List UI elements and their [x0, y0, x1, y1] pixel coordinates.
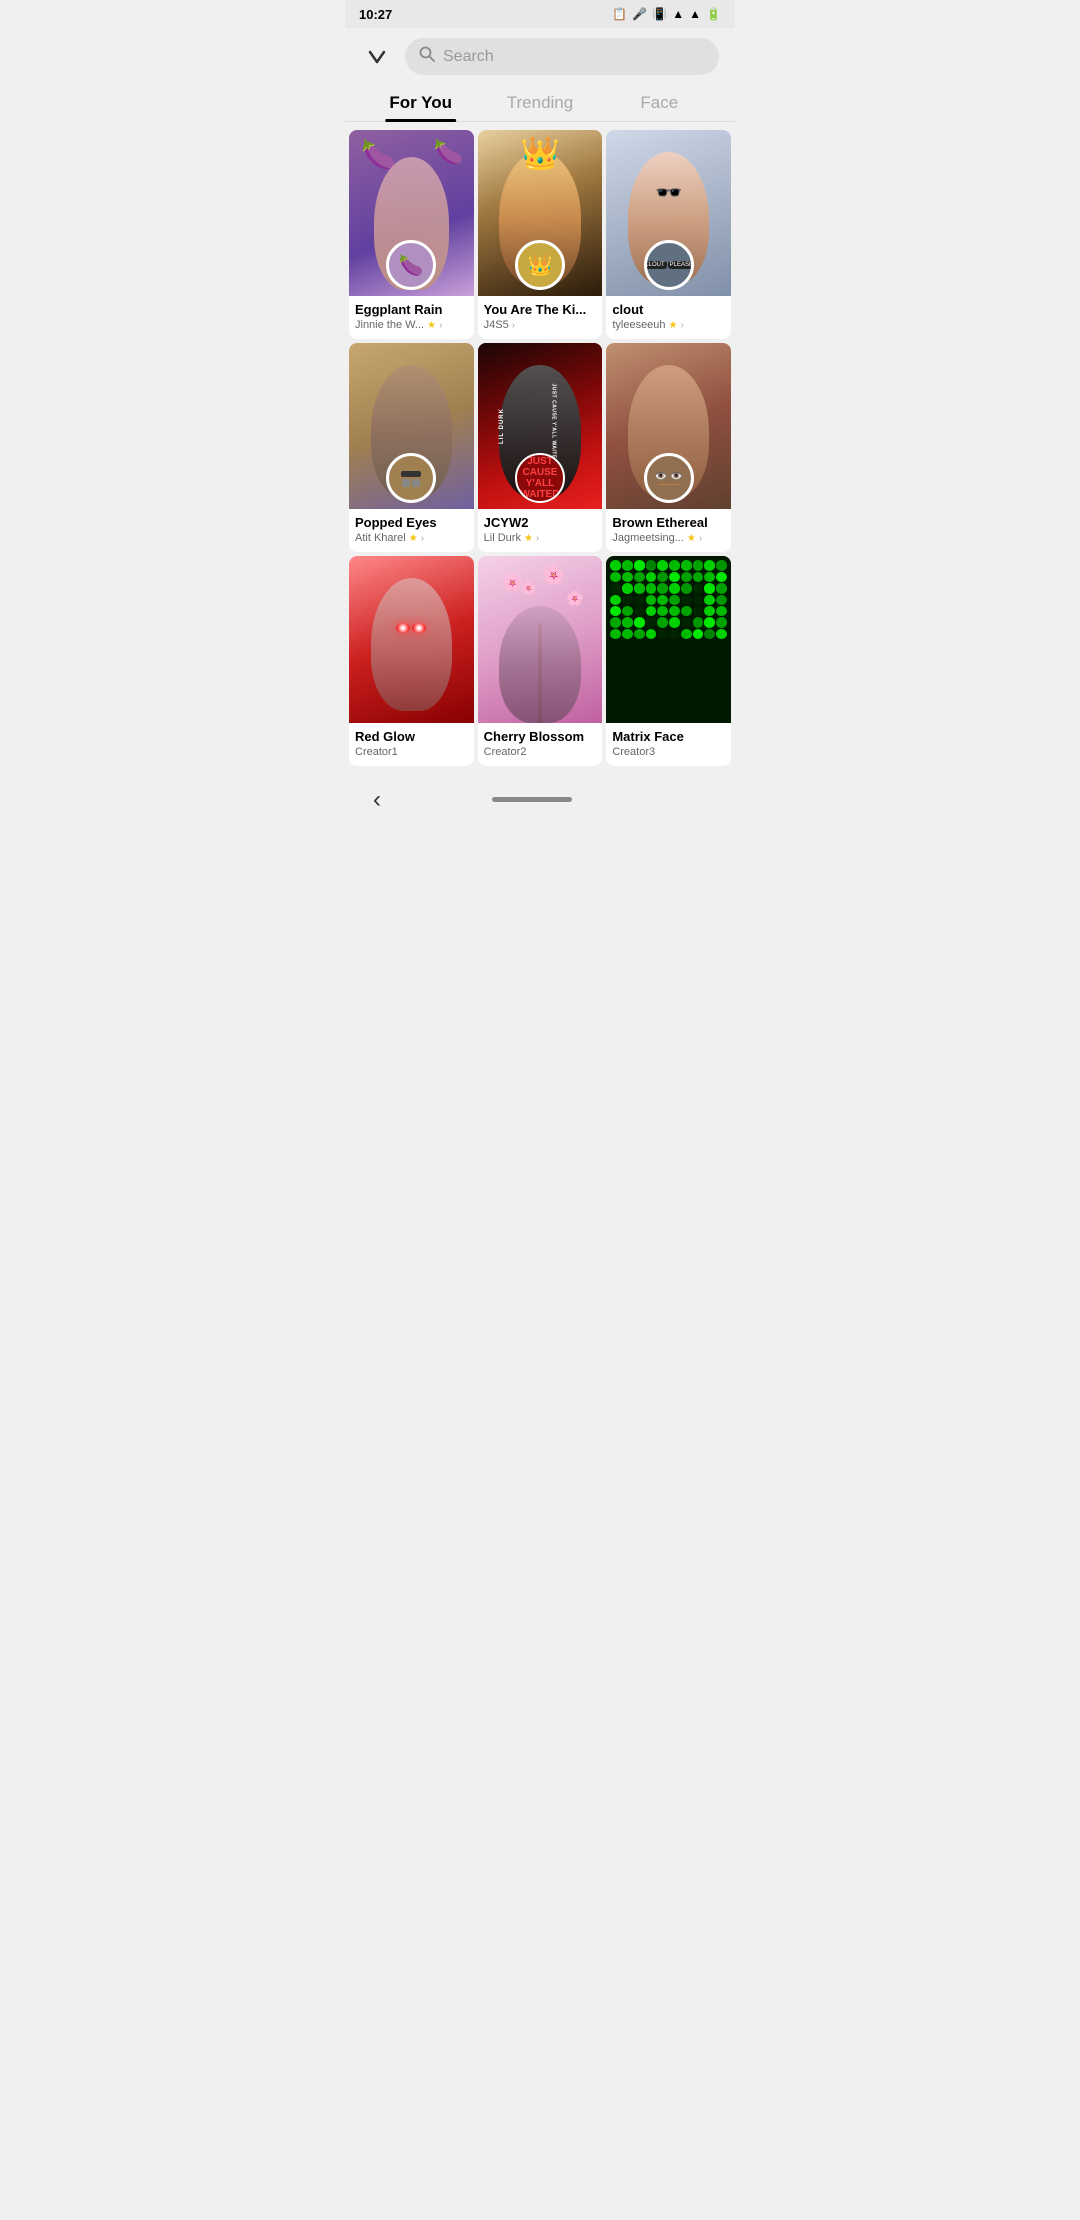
- wifi-icon: ▲: [672, 7, 684, 21]
- card-clout[interactable]: 🕶️ CLOUT PLEASE clout tyleeseeuh ★ ›: [606, 130, 731, 339]
- card-you-are-the-king[interactable]: 👑 👑 You Are The Ki... J4S5 ›: [478, 130, 603, 339]
- card-eggplant-rain[interactable]: 🍆 🍆 🍆 Eggplant Rain Jinnie the W... ★ ›: [349, 130, 474, 339]
- search-icon: [419, 46, 435, 67]
- card-title: Brown Ethereal: [612, 515, 725, 530]
- card-author: Creator2: [484, 746, 597, 758]
- search-placeholder: Search: [443, 48, 494, 66]
- tabs-bar: For You Trending Face: [345, 83, 735, 122]
- card-avatar-popped: [386, 453, 436, 503]
- tab-face[interactable]: Face: [600, 83, 719, 121]
- card-title: clout: [612, 302, 725, 317]
- card-title: Matrix Face: [612, 729, 725, 744]
- card-image-clout: 🕶️ CLOUT PLEASE: [606, 130, 731, 296]
- jcyw2-left-text: LIL DURK: [499, 408, 505, 444]
- status-time: 10:27: [359, 7, 392, 22]
- card-matrix-face[interactable]: Matrix Face Creator3: [606, 556, 731, 765]
- verified-star-icon: ★: [687, 533, 696, 544]
- bottom-nav: ‹: [345, 774, 735, 834]
- card-image-eggplant: 🍆 🍆 🍆: [349, 130, 474, 296]
- clipboard-icon: 📋: [612, 7, 627, 21]
- card-info-eggplant: Eggplant Rain Jinnie the W... ★ ›: [349, 296, 474, 339]
- card-brown-ethereal[interactable]: 👁️👁️ Brown Ethereal Jagmeetsing... ★ ›: [606, 343, 731, 552]
- battery-icon: 🔋: [706, 7, 721, 21]
- card-title: Red Glow: [355, 729, 468, 744]
- card-jcyw2[interactable]: LIL DURK JUST CAUSE Y'ALL WAITED II JUST…: [478, 343, 603, 552]
- card-title: Popped Eyes: [355, 515, 468, 530]
- card-avatar-jcyw2: JUSTCAUSEY'ALLWAITED: [515, 453, 565, 503]
- card-author: Jagmeetsing... ★ ›: [612, 532, 725, 544]
- chevron-right-icon: ›: [421, 533, 424, 544]
- tab-trending[interactable]: Trending: [480, 83, 599, 121]
- chevron-right-icon: ›: [699, 533, 702, 544]
- verified-star-icon: ★: [669, 320, 678, 331]
- vibrate-icon: 📳: [652, 7, 667, 21]
- search-bar[interactable]: Search: [405, 38, 719, 75]
- card-image-red: [349, 556, 474, 722]
- card-author: Creator1: [355, 746, 468, 758]
- card-title: Cherry Blossom: [484, 729, 597, 744]
- verified-star-icon: ★: [524, 533, 533, 544]
- card-popped-eyes[interactable]: Popped Eyes Atit Kharel ★ ›: [349, 343, 474, 552]
- card-cherry-blossom[interactable]: 🌸 🌸 🌸 🌸 Cherry Blossom Creator2: [478, 556, 603, 765]
- card-info-cherry: Cherry Blossom Creator2: [478, 723, 603, 766]
- status-bar: 10:27 📋 🎤 📳 ▲ ▲ 🔋: [345, 0, 735, 28]
- card-author: Lil Durk ★ ›: [484, 532, 597, 544]
- card-info-brown: Brown Ethereal Jagmeetsing... ★ ›: [606, 509, 731, 552]
- mic-icon: 🎤: [632, 7, 647, 21]
- card-title: JCYW2: [484, 515, 597, 530]
- card-title: You Are The Ki...: [484, 302, 597, 317]
- card-avatar-eggplant: 🍆: [386, 240, 436, 290]
- chevron-right-icon: ›: [512, 320, 515, 331]
- card-info-clout: clout tyleeseeuh ★ ›: [606, 296, 731, 339]
- nav-pill: [492, 797, 572, 802]
- header: Search: [345, 28, 735, 83]
- card-author: tyleeseeuh ★ ›: [612, 319, 725, 331]
- card-image-matrix: [606, 556, 731, 722]
- chevron-down-icon: [367, 47, 387, 67]
- card-image-jcyw2: LIL DURK JUST CAUSE Y'ALL WAITED II JUST…: [478, 343, 603, 509]
- status-icons: 📋 🎤 📳 ▲ ▲ 🔋: [612, 7, 721, 21]
- card-author: Atit Kharel ★ ›: [355, 532, 468, 544]
- verified-star-icon: ★: [409, 533, 418, 544]
- card-image-cherry: 🌸 🌸 🌸 🌸: [478, 556, 603, 722]
- card-info-king: You Are The Ki... J4S5 ›: [478, 296, 603, 339]
- card-info-popped: Popped Eyes Atit Kharel ★ ›: [349, 509, 474, 552]
- card-info-matrix: Matrix Face Creator3: [606, 723, 731, 766]
- card-red-glow[interactable]: Red Glow Creator1: [349, 556, 474, 765]
- back-button[interactable]: [361, 41, 393, 73]
- verified-star-icon: ★: [427, 320, 436, 331]
- chevron-right-icon: ›: [536, 533, 539, 544]
- card-image-brown: 👁️👁️: [606, 343, 731, 509]
- card-image-popped: [349, 343, 474, 509]
- card-avatar-brown: 👁️👁️: [644, 453, 694, 503]
- nav-back-button[interactable]: ‹: [365, 782, 389, 818]
- card-author: J4S5 ›: [484, 319, 597, 331]
- chevron-right-icon: ›: [681, 320, 684, 331]
- tab-for-you[interactable]: For You: [361, 83, 480, 121]
- signal-icon: ▲: [689, 7, 701, 21]
- chevron-right-icon: ›: [439, 320, 442, 331]
- card-author: Creator3: [612, 746, 725, 758]
- card-image-king: 👑 👑: [478, 130, 603, 296]
- card-title: Eggplant Rain: [355, 302, 468, 317]
- card-info-jcyw2: JCYW2 Lil Durk ★ ›: [478, 509, 603, 552]
- filter-grid: 🍆 🍆 🍆 Eggplant Rain Jinnie the W... ★ › …: [345, 122, 735, 774]
- card-avatar-king: 👑: [515, 240, 565, 290]
- card-avatar-clout: CLOUT PLEASE: [644, 240, 694, 290]
- card-author: Jinnie the W... ★ ›: [355, 319, 468, 331]
- card-info-red: Red Glow Creator1: [349, 723, 474, 766]
